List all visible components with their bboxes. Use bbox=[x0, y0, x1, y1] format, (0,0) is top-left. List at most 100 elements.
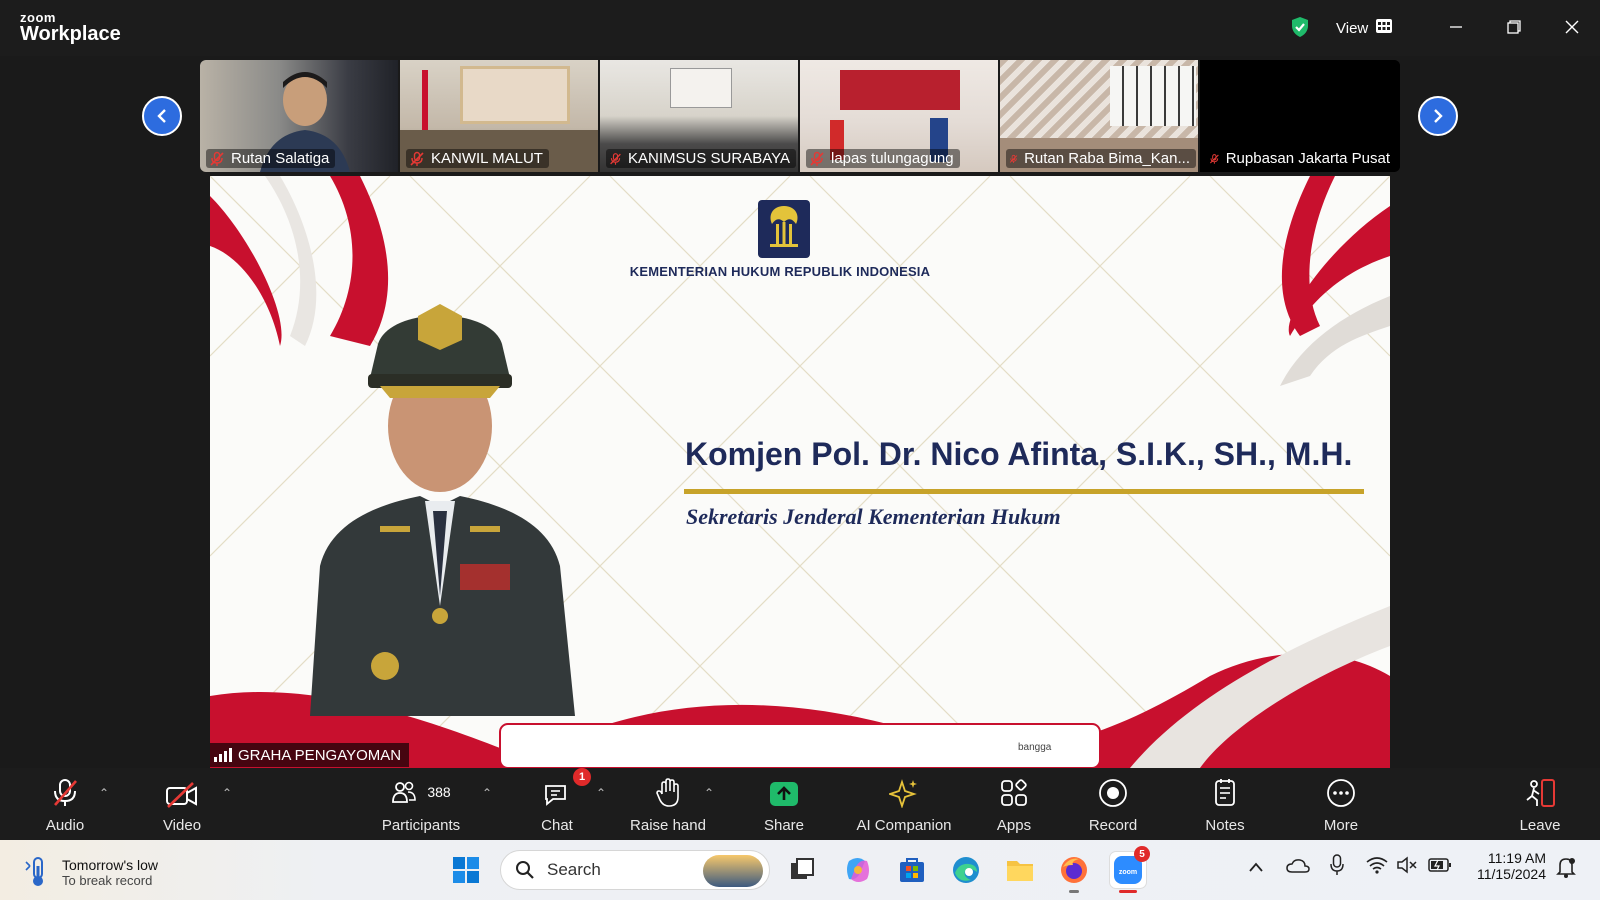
official-portrait-icon bbox=[310, 304, 575, 716]
ministry-logo bbox=[758, 200, 810, 258]
share-button[interactable]: Share bbox=[759, 776, 809, 834]
mic-muted-icon bbox=[210, 151, 224, 166]
windows-start-icon[interactable] bbox=[448, 852, 484, 888]
active-indicator bbox=[1119, 890, 1137, 893]
notes-button[interactable]: Notes bbox=[1200, 776, 1250, 834]
official-name: Komjen Pol. Dr. Nico Afinta, S.I.K., SH.… bbox=[685, 436, 1353, 472]
battery-icon[interactable] bbox=[1428, 857, 1452, 878]
onedrive-cloud-icon[interactable] bbox=[1286, 858, 1310, 879]
edge-browser-icon[interactable] bbox=[948, 852, 984, 888]
chat-options-chevron-icon[interactable]: ⌃ bbox=[596, 786, 606, 800]
running-indicator bbox=[1069, 890, 1079, 893]
gallery-prev-button[interactable] bbox=[142, 96, 182, 136]
search-placeholder: Search bbox=[547, 860, 601, 879]
official-position: Sekretaris Jenderal Kementerian Hukum bbox=[686, 504, 1061, 529]
active-speaker-label: GRAHA PENGAYOMAN bbox=[210, 743, 410, 767]
file-explorer-icon[interactable] bbox=[1002, 852, 1038, 888]
gallery-next-button[interactable] bbox=[1418, 96, 1458, 136]
signal-strength-icon bbox=[214, 748, 232, 762]
gold-divider bbox=[684, 489, 1364, 494]
chat-unread-badge: 1 bbox=[573, 768, 591, 786]
apps-button[interactable]: Apps bbox=[994, 776, 1034, 834]
clock[interactable]: 11:19 AM 11/15/2024 bbox=[1466, 850, 1546, 882]
mic-muted-icon bbox=[810, 151, 824, 166]
minimize-icon[interactable] bbox=[1440, 12, 1472, 42]
microphone-icon[interactable] bbox=[1330, 854, 1344, 881]
official-portrait bbox=[290, 276, 590, 716]
raise-hand-button[interactable]: Raise hand bbox=[628, 776, 708, 834]
more-dots-icon bbox=[1327, 779, 1355, 807]
restore-icon[interactable] bbox=[1498, 12, 1530, 42]
encryption-shield-icon[interactable] bbox=[1288, 15, 1312, 39]
close-icon[interactable] bbox=[1556, 12, 1588, 42]
camera-off-icon bbox=[166, 782, 197, 808]
share-screen-icon bbox=[770, 782, 798, 806]
participants-count: 388 bbox=[427, 784, 451, 800]
mic-muted-icon bbox=[54, 779, 77, 806]
participants-options-chevron-icon[interactable]: ⌃ bbox=[482, 786, 492, 800]
tile-label: Rupbasan Jakarta Pusat bbox=[1206, 149, 1396, 168]
audio-options-chevron-icon[interactable]: ⌃ bbox=[99, 786, 109, 800]
task-view-icon[interactable] bbox=[784, 852, 820, 888]
record-icon bbox=[1099, 779, 1127, 807]
taskbar-search-box[interactable]: Search bbox=[500, 850, 770, 890]
weather-title: Tomorrow's low bbox=[62, 856, 159, 873]
participant-gallery: Rutan Salatiga KANWIL MALUT KANIMSUS SUR… bbox=[0, 56, 1600, 174]
video-button[interactable]: Video bbox=[157, 776, 207, 834]
leave-button[interactable]: Leave bbox=[1520, 776, 1560, 834]
ai-sparkle-icon bbox=[889, 779, 917, 808]
zoom-notification-badge: 5 bbox=[1134, 846, 1150, 862]
participants-icon bbox=[392, 781, 417, 803]
slide-footer-text: bangga bbox=[1018, 742, 1052, 753]
pengayoman-logo-icon bbox=[758, 200, 810, 258]
svg-text:zoom: zoom bbox=[1119, 869, 1137, 876]
microsoft-store-icon[interactable] bbox=[894, 852, 930, 888]
video-tile[interactable]: lapas tulungagung bbox=[800, 60, 1000, 172]
weather-widget[interactable]: Tomorrow's low To break record bbox=[24, 852, 184, 892]
reactions-options-chevron-icon[interactable]: ⌃ bbox=[704, 786, 714, 800]
video-tile[interactable]: Rutan Raba Bima_Kan... bbox=[1000, 60, 1200, 172]
show-hidden-icons-chevron-icon[interactable] bbox=[1248, 860, 1264, 878]
mic-muted-icon bbox=[1209, 153, 1219, 164]
zoom-app-icon[interactable]: zoom 5 bbox=[1110, 846, 1150, 893]
chevron-left-icon bbox=[157, 109, 166, 123]
volume-muted-icon[interactable] bbox=[1396, 856, 1418, 879]
video-tile[interactable]: KANWIL MALUT bbox=[400, 60, 600, 172]
video-options-chevron-icon[interactable]: ⌃ bbox=[222, 786, 232, 800]
search-highlight-image bbox=[703, 855, 763, 887]
wifi-icon[interactable] bbox=[1366, 856, 1388, 879]
audio-button[interactable]: Audio bbox=[40, 776, 90, 834]
record-button[interactable]: Record bbox=[1088, 776, 1138, 834]
clock-date: 11/15/2024 bbox=[1476, 866, 1546, 882]
notifications-bell-icon[interactable] bbox=[1556, 856, 1576, 883]
view-button[interactable]: View bbox=[1336, 15, 1393, 41]
clock-time: 11:19 AM bbox=[1487, 850, 1546, 866]
copilot-icon[interactable] bbox=[840, 852, 876, 888]
chat-bubble-icon bbox=[545, 785, 566, 806]
chat-button[interactable]: 1 Chat bbox=[530, 768, 591, 834]
view-label: View bbox=[1336, 19, 1369, 37]
video-tiles: Rutan Salatiga KANWIL MALUT KANIMSUS SUR… bbox=[200, 60, 1400, 172]
participants-button[interactable]: 388 Participants bbox=[376, 776, 466, 834]
video-tile[interactable]: Rupbasan Jakarta Pusat bbox=[1200, 60, 1400, 172]
grid-view-icon bbox=[1376, 19, 1393, 37]
thermometer-icon bbox=[25, 857, 43, 886]
app-title: Workplace bbox=[20, 23, 121, 45]
ministry-title: KEMENTERIAN HUKUM REPUBLIK INDONESIA bbox=[629, 264, 931, 279]
shared-screen: KEMENTERIAN HUKUM REPUBLIK INDONESIA Kom… bbox=[210, 176, 1390, 768]
apps-grid-icon bbox=[1001, 779, 1027, 806]
title-bar: zoom Workplace View bbox=[0, 0, 1600, 56]
weather-subtitle: To break record bbox=[62, 872, 153, 888]
raise-hand-icon bbox=[656, 778, 679, 807]
tile-label: Rutan Salatiga bbox=[206, 149, 336, 168]
meeting-toolbar: Audio ⌃ Video ⌃ 388 Participants ⌃ 1 Cha… bbox=[0, 768, 1600, 840]
ai-companion-button[interactable]: AI Companion bbox=[852, 776, 956, 834]
mic-muted-icon bbox=[410, 151, 424, 166]
video-tile[interactable]: KANIMSUS SURABAYA bbox=[600, 60, 800, 172]
video-tile[interactable]: Rutan Salatiga bbox=[200, 60, 400, 172]
leave-door-icon bbox=[1526, 779, 1555, 807]
windows-taskbar: Tomorrow's low To break record Search zo… bbox=[0, 840, 1600, 900]
firefox-icon[interactable] bbox=[1056, 852, 1092, 893]
more-button[interactable]: More bbox=[1316, 776, 1366, 834]
chevron-right-icon bbox=[1434, 109, 1443, 123]
